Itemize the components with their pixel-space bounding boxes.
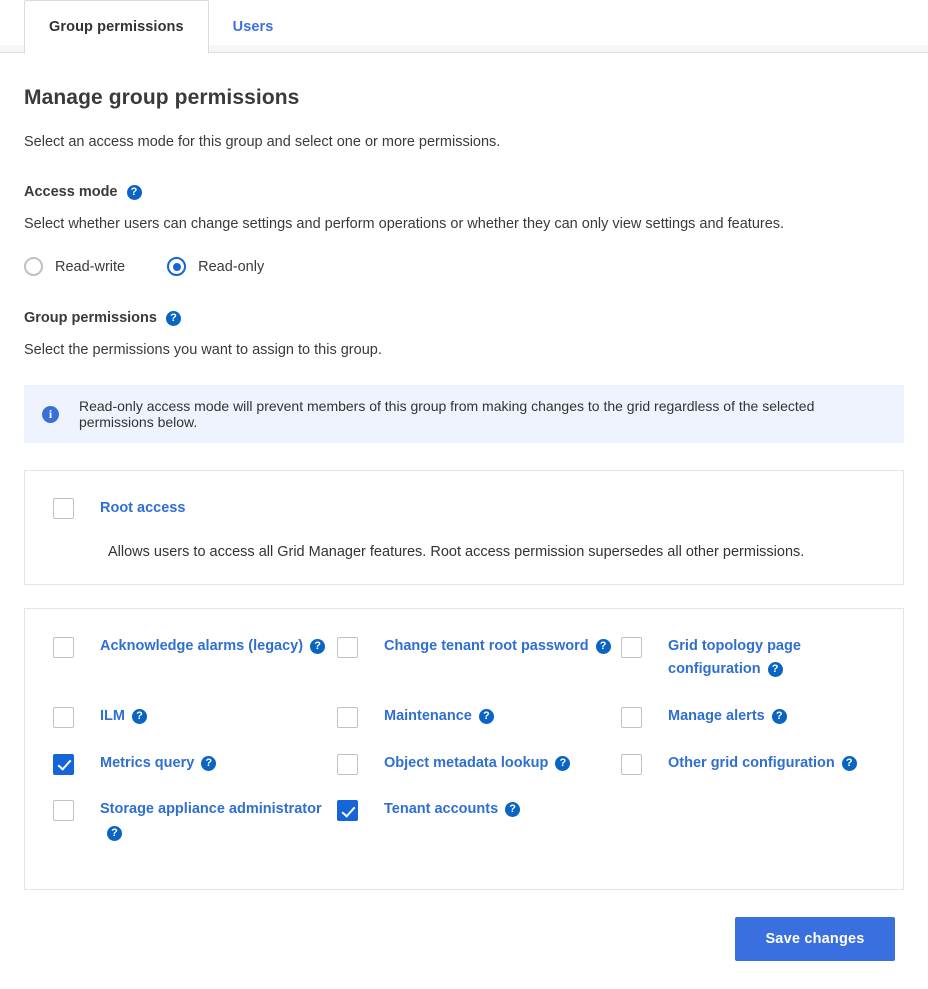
- readonly-notice-text: Read-only access mode will prevent membe…: [79, 398, 815, 430]
- permission-label-wrap: Grid topology page configuration?: [668, 635, 875, 682]
- permission-manage-alerts[interactable]: Manage alerts?: [621, 705, 875, 729]
- help-icon[interactable]: ?: [201, 755, 217, 771]
- checkbox-storage-appliance-administrator[interactable]: [53, 800, 74, 822]
- group-permissions-section-label: Group permissions ?: [24, 310, 904, 326]
- help-icon[interactable]: ?: [505, 802, 521, 818]
- save-changes-button[interactable]: Save changes: [735, 917, 895, 962]
- permission-maintenance[interactable]: Maintenance?: [337, 705, 621, 729]
- help-icon[interactable]: ?: [131, 708, 147, 724]
- permission-label: ILM: [100, 707, 125, 724]
- permission-label: Storage appliance administrator: [100, 801, 322, 818]
- root-access-description: Allows users to access all Grid Manager …: [108, 543, 805, 560]
- permission-storage-appliance-administrator[interactable]: Storage appliance administrator?: [53, 798, 337, 845]
- help-icon[interactable]: ?: [841, 755, 857, 771]
- help-icon[interactable]: ?: [771, 708, 787, 724]
- help-icon[interactable]: ?: [310, 638, 326, 654]
- readonly-notice-banner: i Read-only access mode will prevent mem…: [24, 385, 904, 443]
- help-icon[interactable]: ?: [165, 310, 181, 326]
- permission-label-wrap: ILM?: [100, 705, 147, 729]
- permission-label-wrap: Other grid configuration?: [668, 752, 857, 776]
- tab-label: Users: [232, 18, 274, 35]
- access-mode-label: Access mode: [24, 184, 118, 200]
- help-icon[interactable]: ?: [555, 755, 571, 771]
- checkbox-change-tenant-root-password[interactable]: [337, 636, 358, 658]
- permission-label-wrap: Metrics query?: [100, 752, 217, 776]
- help-icon[interactable]: ?: [126, 184, 142, 200]
- permission-label-wrap: Acknowledge alarms (legacy)?: [100, 635, 326, 659]
- access-mode-section-label: Access mode ?: [24, 184, 904, 200]
- tab-group-permissions[interactable]: Group permissions: [24, 0, 209, 54]
- checkbox-object-metadata-lookup[interactable]: [337, 753, 358, 775]
- help-icon[interactable]: ?: [107, 825, 122, 841]
- permission-label-wrap: Tenant accounts?: [384, 798, 521, 822]
- info-icon: i: [42, 405, 59, 423]
- permission-label-wrap: Storage appliance administrator?: [100, 798, 330, 845]
- group-permissions-description: Select the permissions you want to assig…: [24, 342, 382, 358]
- tab-bar: Group permissions Users: [0, 0, 928, 54]
- access-mode-description: Select whether users can change settings…: [24, 216, 785, 232]
- permission-label: Tenant accounts: [384, 801, 499, 818]
- permissions-grid: Acknowledge alarms (legacy)? Change tena…: [53, 635, 875, 846]
- page-intro: Select an access mode for this group and…: [24, 134, 501, 150]
- tab-users[interactable]: Users: [209, 0, 298, 53]
- permission-label-wrap: Object metadata lookup?: [384, 752, 571, 776]
- checkbox-acknowledge-alarms-legacy[interactable]: [53, 636, 74, 658]
- checkbox-manage-alerts[interactable]: [621, 706, 642, 728]
- permission-label: Maintenance: [384, 707, 472, 724]
- radio-label: Read-write: [55, 258, 126, 275]
- permission-acknowledge-alarms-legacy[interactable]: Acknowledge alarms (legacy)?: [53, 635, 337, 682]
- permission-tenant-accounts[interactable]: Tenant accounts?: [337, 798, 621, 845]
- permission-object-metadata-lookup[interactable]: Object metadata lookup?: [337, 752, 621, 776]
- footer-actions: Save changes: [24, 917, 904, 962]
- checkbox-grid-topology-page-configuration[interactable]: [621, 636, 642, 658]
- group-permissions-label: Group permissions: [24, 310, 157, 326]
- permission-label: Metrics query: [100, 754, 195, 771]
- tab-label: Group permissions: [49, 19, 184, 35]
- radio-indicator[interactable]: [24, 257, 43, 276]
- radio-label: Read-only: [198, 258, 265, 275]
- radio-read-only[interactable]: Read-only: [167, 257, 264, 276]
- access-mode-radio-group: Read-write Read-only: [24, 257, 904, 276]
- help-icon[interactable]: ?: [478, 708, 494, 724]
- permission-label: Acknowledge alarms (legacy): [100, 637, 304, 654]
- permission-grid-topology-page-configuration[interactable]: Grid topology page configuration?: [621, 635, 875, 682]
- permission-other-grid-configuration[interactable]: Other grid configuration?: [621, 752, 875, 776]
- checkbox-metrics-query[interactable]: [53, 753, 74, 775]
- permission-label: Change tenant root password: [384, 637, 589, 654]
- radio-indicator[interactable]: [167, 257, 187, 276]
- page-title: Manage group permissions: [24, 86, 300, 109]
- permission-label: Manage alerts: [668, 707, 765, 724]
- checkbox-root-access[interactable]: [53, 498, 74, 520]
- permissions-grid-panel: Acknowledge alarms (legacy)? Change tena…: [24, 607, 904, 891]
- page-content: Manage group permissions Select an acces…: [0, 86, 928, 962]
- permission-ilm[interactable]: ILM?: [53, 705, 337, 729]
- checkbox-tenant-accounts[interactable]: [337, 800, 358, 822]
- permission-label: Root access: [100, 500, 186, 516]
- permission-label: Other grid configuration: [668, 754, 835, 771]
- radio-read-write[interactable]: Read-write: [24, 257, 125, 276]
- help-icon[interactable]: ?: [595, 638, 611, 654]
- checkbox-ilm[interactable]: [53, 706, 74, 728]
- help-icon[interactable]: ?: [767, 662, 783, 678]
- permission-label-wrap: Manage alerts?: [668, 705, 787, 729]
- permission-label: Object metadata lookup: [384, 754, 549, 771]
- permission-label-wrap: Change tenant root password?: [384, 635, 611, 659]
- permission-metrics-query[interactable]: Metrics query?: [53, 752, 337, 776]
- permission-change-tenant-root-password[interactable]: Change tenant root password?: [337, 635, 621, 682]
- root-access-panel: Root access Allows users to access all G…: [24, 470, 904, 585]
- permission-label-wrap: Maintenance?: [384, 705, 494, 729]
- permission-root-access[interactable]: Root access: [53, 497, 875, 521]
- checkbox-other-grid-configuration[interactable]: [621, 753, 642, 775]
- checkbox-maintenance[interactable]: [337, 706, 358, 728]
